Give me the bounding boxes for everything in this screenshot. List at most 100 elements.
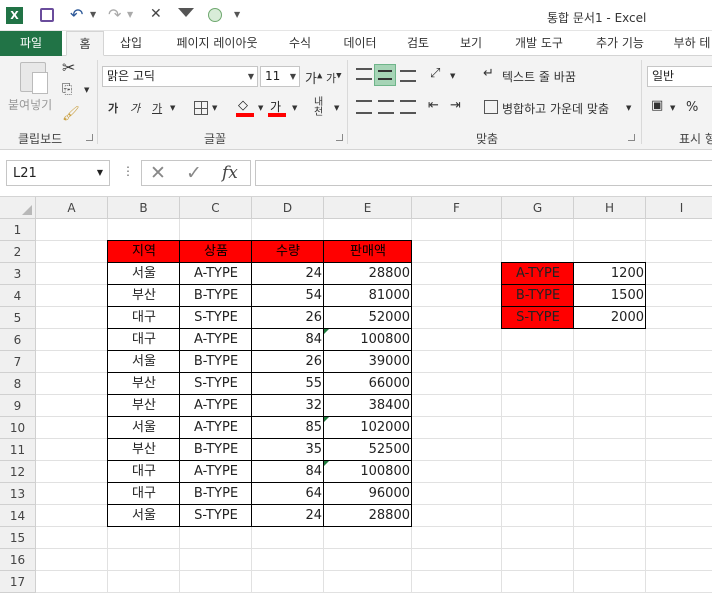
error-indicator-icon[interactable] [324, 417, 329, 422]
table-cell[interactable]: 대구 [108, 461, 180, 483]
name-box[interactable]: L21 ▼ [6, 160, 110, 186]
clipboard-launcher-icon[interactable] [86, 134, 93, 141]
font-name-combo[interactable]: 맑은 고딕 ▼ [102, 66, 258, 87]
wrap-text-icon[interactable]: ↵ [483, 66, 494, 81]
align-middle-icon[interactable] [374, 64, 396, 86]
alignment-launcher-icon[interactable] [628, 134, 635, 141]
column-header-f[interactable]: F [412, 197, 502, 219]
formula-input[interactable] [255, 160, 712, 186]
table-cell[interactable]: 서울 [108, 505, 180, 527]
table-cell[interactable]: 26 [252, 307, 324, 329]
row-header-6[interactable]: 6 [0, 329, 36, 351]
table-cell[interactable]: 부산 [108, 373, 180, 395]
font-color-button[interactable]: 가 [268, 98, 286, 118]
accounting-dropdown-icon[interactable]: ▼ [670, 104, 675, 112]
column-header-e[interactable]: E [324, 197, 412, 219]
table-header-cell[interactable]: 판매액 [324, 241, 412, 263]
tab-load-test[interactable]: 부하 테 [667, 31, 712, 56]
table-cell[interactable]: 35 [252, 439, 324, 461]
column-header-h[interactable]: H [574, 197, 646, 219]
price-value-cell[interactable]: 1500 [574, 285, 646, 307]
row-header-17[interactable]: 17 [0, 571, 36, 593]
price-type-cell[interactable]: S-TYPE [502, 307, 574, 329]
accounting-format-icon[interactable]: ▣ [651, 98, 663, 113]
align-right-icon[interactable] [400, 100, 416, 114]
table-cell[interactable]: S-TYPE [180, 373, 252, 395]
table-cell[interactable]: A-TYPE [180, 395, 252, 417]
row-header-11[interactable]: 11 [0, 439, 36, 461]
table-cell[interactable]: 서울 [108, 417, 180, 439]
copy-icon[interactable]: ⎘ [62, 82, 72, 97]
table-cell[interactable]: 24 [252, 505, 324, 527]
table-cell[interactable]: 부산 [108, 439, 180, 461]
border-dropdown-icon[interactable]: ▼ [212, 104, 217, 112]
table-cell[interactable]: 66000 [324, 373, 412, 395]
table-cell[interactable]: 서울 [108, 351, 180, 373]
row-header-14[interactable]: 14 [0, 505, 36, 527]
tab-view[interactable]: 보기 [448, 31, 494, 56]
price-type-cell[interactable]: A-TYPE [502, 263, 574, 285]
table-cell[interactable]: 24 [252, 263, 324, 285]
price-value-cell[interactable]: 2000 [574, 307, 646, 329]
undo-icon[interactable]: ↶ [70, 5, 83, 24]
shrink-font-button[interactable]: 가▼ [326, 70, 342, 86]
table-cell[interactable]: 55 [252, 373, 324, 395]
tab-data[interactable]: 데이터 [334, 31, 386, 56]
align-center-icon[interactable] [378, 100, 394, 114]
table-cell[interactable]: B-TYPE [180, 351, 252, 373]
table-cell[interactable]: 38400 [324, 395, 412, 417]
table-cell[interactable]: 서울 [108, 263, 180, 285]
row-header-1[interactable]: 1 [0, 219, 36, 241]
table-cell[interactable]: 102000 [324, 417, 412, 439]
tab-home[interactable]: 홈 [66, 31, 104, 56]
table-cell[interactable]: 부산 [108, 285, 180, 307]
align-top-icon[interactable] [356, 68, 372, 80]
table-cell[interactable]: 대구 [108, 483, 180, 505]
row-header-15[interactable]: 15 [0, 527, 36, 549]
row-header-3[interactable]: 3 [0, 263, 36, 285]
table-cell[interactable]: 26 [252, 351, 324, 373]
insert-function-icon[interactable]: fx [222, 163, 238, 183]
column-header-d[interactable]: D [252, 197, 324, 219]
merge-center-button[interactable]: 병합하고 가운데 맞춤 [502, 100, 609, 117]
row-header-16[interactable]: 16 [0, 549, 36, 571]
table-cell[interactable]: 81000 [324, 285, 412, 307]
fill-color-dropdown-icon[interactable]: ▼ [258, 104, 263, 112]
percent-button[interactable]: % [686, 100, 698, 115]
table-cell[interactable]: B-TYPE [180, 285, 252, 307]
save-icon[interactable] [40, 8, 54, 22]
table-cell[interactable]: 32 [252, 395, 324, 417]
row-header-4[interactable]: 4 [0, 285, 36, 307]
row-header-5[interactable]: 5 [0, 307, 36, 329]
table-cell[interactable]: 대구 [108, 329, 180, 351]
circle-shape-icon[interactable] [208, 8, 222, 22]
format-painter-icon[interactable]: 🖌 [62, 106, 80, 122]
decrease-indent-icon[interactable]: ⇤ [428, 98, 439, 113]
table-cell[interactable]: 28800 [324, 263, 412, 285]
column-header-a[interactable]: A [36, 197, 108, 219]
undo-dropdown-icon[interactable]: ▼ [90, 10, 96, 19]
row-header-2[interactable]: 2 [0, 241, 36, 263]
table-cell[interactable]: 부산 [108, 395, 180, 417]
row-header-12[interactable]: 12 [0, 461, 36, 483]
table-header-cell[interactable]: 상품 [180, 241, 252, 263]
redo-dropdown-icon[interactable]: ▼ [127, 10, 133, 19]
table-cell[interactable]: 대구 [108, 307, 180, 329]
table-cell[interactable]: 39000 [324, 351, 412, 373]
table-cell[interactable]: 28800 [324, 505, 412, 527]
tab-file[interactable]: 파일 [0, 31, 62, 56]
column-header-i[interactable]: I [646, 197, 712, 219]
table-cell[interactable]: 84 [252, 461, 324, 483]
error-indicator-icon[interactable] [324, 329, 329, 334]
phonetic-dropdown-icon[interactable]: ▼ [334, 104, 339, 112]
table-cell[interactable]: B-TYPE [180, 439, 252, 461]
table-cell[interactable]: 64 [252, 483, 324, 505]
table-header-cell[interactable]: 수량 [252, 241, 324, 263]
table-cell[interactable]: 100800 [324, 329, 412, 351]
tab-insert[interactable]: 삽입 [108, 31, 154, 56]
increase-indent-icon[interactable]: ⇥ [450, 98, 461, 113]
table-cell[interactable]: 52000 [324, 307, 412, 329]
filter-icon[interactable] [178, 8, 194, 17]
table-cell[interactable]: B-TYPE [180, 483, 252, 505]
paste-button[interactable]: 붙여넣기 [8, 96, 52, 113]
